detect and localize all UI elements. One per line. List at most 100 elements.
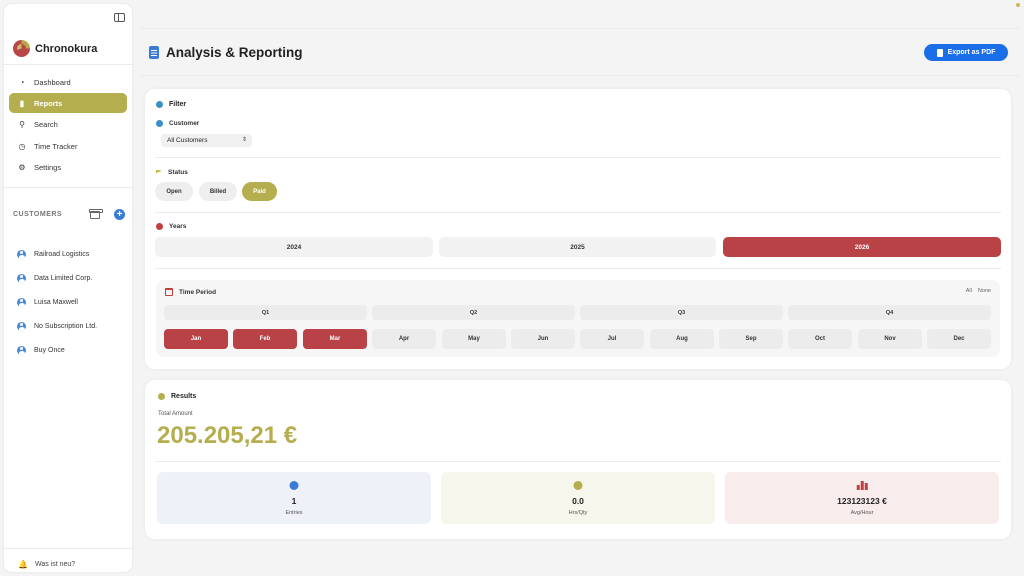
nav-item-reports[interactable]: ▮ Reports bbox=[9, 93, 127, 114]
search-icon: ⚲ bbox=[19, 120, 25, 130]
total-amount-label: Total Amount bbox=[158, 411, 193, 417]
month-label: Nov bbox=[884, 336, 896, 342]
month-label: May bbox=[468, 336, 480, 342]
export-pdf-button[interactable]: Export as PDF bbox=[924, 44, 1008, 61]
status-open-button[interactable]: Open bbox=[155, 182, 193, 201]
status-paid-label: Paid bbox=[253, 188, 266, 195]
add-customer-button[interactable]: + bbox=[114, 209, 125, 220]
bar-chart-icon bbox=[856, 481, 868, 490]
nav-item-label: Search bbox=[34, 120, 58, 130]
customer-name: Railroad Logistics bbox=[34, 250, 90, 258]
stat-value: 123123123 € bbox=[837, 496, 887, 506]
person-icon bbox=[17, 297, 26, 307]
month-apr-button[interactable]: Apr bbox=[372, 329, 436, 349]
status-label: Status bbox=[156, 169, 188, 176]
customer-item[interactable]: Luisa Maxwell bbox=[17, 290, 129, 314]
month-nov-button[interactable]: Nov bbox=[858, 329, 922, 349]
month-oct-button[interactable]: Oct bbox=[788, 329, 852, 349]
total-amount-value: 205.205,21 € bbox=[157, 422, 298, 449]
list-icon bbox=[289, 481, 299, 490]
time-period-label-text: Time Period bbox=[179, 288, 217, 296]
sidebar: Chronokura ◔ Dashboard ▮ Reports ⚲ Searc… bbox=[4, 4, 132, 572]
period-links: All None bbox=[966, 288, 991, 294]
month-feb-button[interactable]: Feb bbox=[233, 329, 297, 349]
customer-item[interactable]: Data Limited Corp. bbox=[17, 266, 129, 290]
divider bbox=[4, 64, 132, 65]
month-dec-button[interactable]: Dec bbox=[927, 329, 991, 349]
person-icon bbox=[17, 321, 26, 331]
customer-item[interactable]: Buy Once bbox=[17, 338, 129, 362]
quarter-q1-button[interactable]: Q1 bbox=[164, 305, 367, 320]
whats-new-link[interactable]: 🔔 Was ist neu? bbox=[18, 560, 75, 569]
year-2025-button[interactable]: 2025 bbox=[439, 237, 716, 257]
year-label: 2024 bbox=[286, 243, 302, 251]
quarter-label: Q2 bbox=[469, 309, 478, 316]
month-label: Dec bbox=[953, 336, 965, 342]
stat-value: 1 bbox=[291, 496, 297, 506]
customer-label-text: Customer bbox=[169, 120, 200, 127]
month-label: Jun bbox=[537, 336, 549, 342]
month-jul-button[interactable]: Jul bbox=[580, 329, 644, 349]
filter-title: Filter bbox=[169, 101, 187, 108]
divider bbox=[4, 187, 132, 188]
month-mar-button[interactable]: Mar bbox=[303, 329, 367, 349]
calendar-icon bbox=[165, 288, 173, 296]
month-sep-button[interactable]: Sep bbox=[719, 329, 783, 349]
month-jun-button[interactable]: Jun bbox=[511, 329, 575, 349]
customer-item[interactable]: Railroad Logistics bbox=[17, 242, 129, 266]
stat-entries: 1 Entries bbox=[157, 472, 431, 524]
stat-label: Avg/Hour bbox=[850, 510, 874, 516]
quarter-label: Q3 bbox=[677, 309, 686, 316]
quarter-q3-button[interactable]: Q3 bbox=[580, 305, 783, 320]
brand: Chronokura bbox=[13, 40, 97, 57]
nav-item-dashboard[interactable]: ◔ Dashboard bbox=[9, 72, 127, 92]
person-icon bbox=[17, 273, 26, 283]
month-label: Oct bbox=[814, 336, 825, 342]
year-label: 2026 bbox=[854, 243, 870, 251]
person-icon bbox=[17, 249, 26, 259]
divider bbox=[155, 212, 1001, 213]
results-icon bbox=[158, 393, 165, 400]
nav-item-settings[interactable]: ⚙ Settings bbox=[9, 158, 127, 178]
month-label: Jul bbox=[607, 336, 617, 342]
archive-icon[interactable] bbox=[89, 208, 103, 219]
bar-chart-icon: ▮ bbox=[19, 98, 25, 108]
month-may-button[interactable]: May bbox=[442, 329, 506, 349]
timer-icon: ◷ bbox=[18, 141, 26, 151]
stat-label: Entries bbox=[285, 510, 303, 516]
filter-card: Filter Customer All Customers ⇕ Status O… bbox=[145, 89, 1011, 369]
quarter-q2-button[interactable]: Q2 bbox=[372, 305, 575, 320]
nav-item-label: Dashboard bbox=[34, 77, 71, 87]
person-icon bbox=[17, 345, 26, 355]
select-none-link[interactable]: None bbox=[978, 288, 991, 294]
clock-icon bbox=[573, 481, 583, 490]
customer-select[interactable]: All Customers ⇕ bbox=[161, 134, 252, 147]
select-all-link[interactable]: All bbox=[966, 288, 972, 294]
main-nav: ◔ Dashboard ▮ Reports ⚲ Search ◷ Time Tr… bbox=[9, 72, 127, 179]
nav-item-label: Settings bbox=[34, 163, 62, 173]
results-title: Results bbox=[171, 393, 197, 400]
stat-value: 0.0 bbox=[572, 496, 584, 506]
month-aug-button[interactable]: Aug bbox=[650, 329, 714, 349]
page-title-wrap: Analysis & Reporting bbox=[149, 45, 303, 60]
logo-icon bbox=[13, 40, 30, 57]
years-label: Years bbox=[156, 223, 186, 230]
stat-hours: 0.0 Hrs/Qty bbox=[441, 472, 715, 524]
status-paid-button[interactable]: Paid bbox=[242, 182, 277, 201]
month-label: Mar bbox=[329, 336, 341, 342]
status-billed-button[interactable]: Billed bbox=[199, 182, 237, 201]
month-jan-button[interactable]: Jan bbox=[164, 329, 228, 349]
year-label: 2025 bbox=[570, 243, 585, 251]
stat-avg-hour: 123123123 € Avg/Hour bbox=[725, 472, 999, 524]
quarter-q4-button[interactable]: Q4 bbox=[788, 305, 991, 320]
years-label-text: Years bbox=[169, 223, 187, 230]
pie-chart-icon: ◔ bbox=[19, 77, 25, 87]
year-2026-button[interactable]: 2026 bbox=[723, 237, 1001, 257]
export-pdf-label: Export as PDF bbox=[947, 49, 996, 56]
year-2024-button[interactable]: 2024 bbox=[155, 237, 433, 257]
customer-item[interactable]: No Subscription Ltd. bbox=[17, 314, 129, 338]
nav-item-search[interactable]: ⚲ Search bbox=[9, 115, 127, 135]
nav-item-time-tracker[interactable]: ◷ Time Tracker bbox=[9, 136, 127, 156]
bell-icon: 🔔 bbox=[18, 560, 28, 569]
sidebar-toggle-icon[interactable] bbox=[114, 13, 125, 22]
